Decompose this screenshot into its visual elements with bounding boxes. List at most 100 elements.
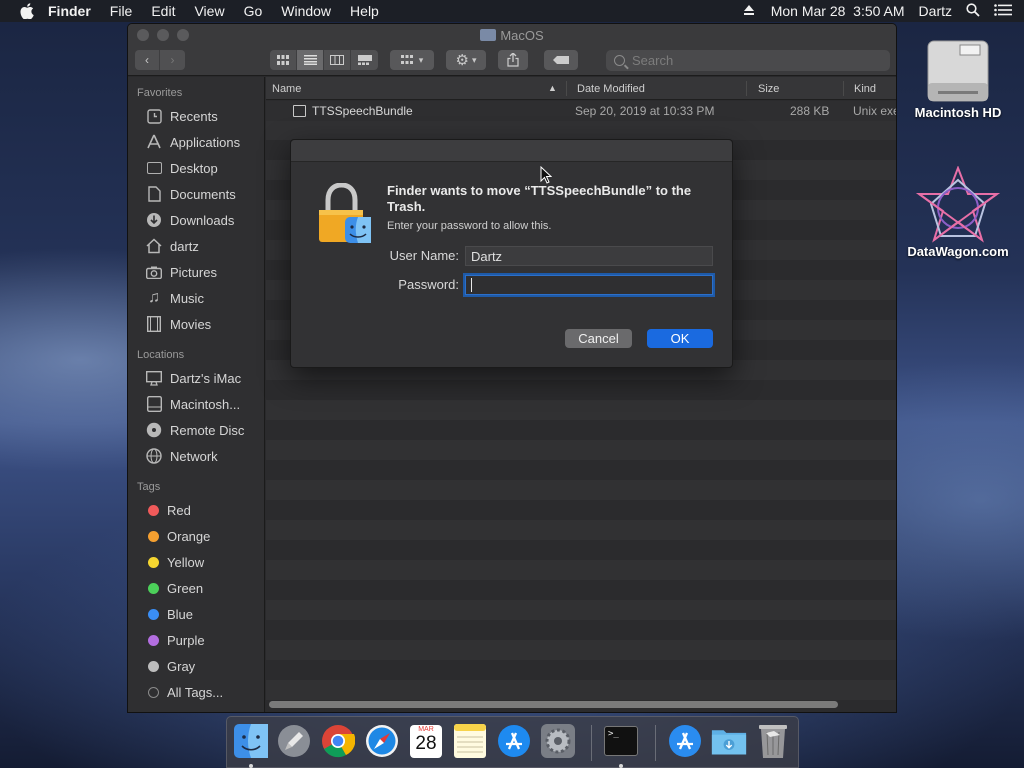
sidebar-item-tag-gray[interactable]: Gray <box>128 653 264 679</box>
chevron-left-icon: ‹ <box>145 53 149 67</box>
search-field[interactable]: Search <box>606 50 890 71</box>
sidebar-item-tag-blue[interactable]: Blue <box>128 601 264 627</box>
sidebar-item-home[interactable]: dartz <box>128 233 264 259</box>
apple-menu-icon[interactable] <box>20 3 34 19</box>
notification-center-icon[interactable] <box>994 3 1012 19</box>
gallery-view-button[interactable] <box>351 50 378 70</box>
dock-chrome[interactable] <box>320 722 356 760</box>
action-button[interactable]: ⚙ ▾ <box>446 50 486 70</box>
horizontal-scrollbar[interactable] <box>269 701 838 708</box>
trash-icon <box>759 725 787 758</box>
sidebar-item-tag-green[interactable]: Green <box>128 575 264 601</box>
sidebar-item-downloads[interactable]: Downloads <box>128 207 264 233</box>
file-size: 288 KB <box>790 104 830 118</box>
back-button[interactable]: ‹ <box>135 50 160 70</box>
group-by-button[interactable]: ▾ <box>390 50 434 70</box>
share-button[interactable] <box>498 50 528 70</box>
sidebar-item-movies[interactable]: Movies <box>128 311 264 337</box>
sidebar-item-label: Pictures <box>170 264 217 280</box>
dock-launchpad[interactable] <box>276 722 312 760</box>
menu-app-finder[interactable]: Finder <box>48 3 91 19</box>
sidebar-item-label: Blue <box>167 606 194 622</box>
clock[interactable]: Mon Mar 28 3:50 AM <box>771 3 905 19</box>
menu-edit[interactable]: Edit <box>151 3 175 19</box>
dock-notes[interactable] <box>452 722 488 760</box>
sort-chevron-up-icon: ▲ <box>548 83 557 93</box>
sidebar-item-tag-orange[interactable]: Orange <box>128 523 264 549</box>
sidebar-item-tag-purple[interactable]: Purple <box>128 627 264 653</box>
list-view-button[interactable] <box>297 50 324 70</box>
sidebar-item-label: Red <box>167 502 191 518</box>
sidebar-section-favorites: Favorites <box>137 87 183 99</box>
sidebar-item-applications[interactable]: Applications <box>128 129 264 155</box>
dock-terminal[interactable]: >_ <box>603 722 639 760</box>
forward-button[interactable]: › <box>160 50 185 70</box>
sidebar-item-music[interactable]: ♫ Music <box>128 285 264 311</box>
tag-icon <box>553 56 569 64</box>
eject-icon[interactable] <box>743 3 755 19</box>
desktop-icon-macintosh-hd[interactable]: Macintosh HD <box>903 33 1013 120</box>
column-header-size[interactable]: Size <box>758 83 779 95</box>
dock-safari[interactable] <box>364 722 400 760</box>
menu-go[interactable]: Go <box>244 3 263 19</box>
cancel-button[interactable]: Cancel <box>565 329 632 348</box>
sidebar-item-label: Applications <box>170 134 241 150</box>
column-header-kind[interactable]: Kind <box>854 83 876 95</box>
password-field[interactable] <box>465 275 713 295</box>
sidebar-item-network[interactable]: Network <box>128 443 264 469</box>
sidebar-item-recents[interactable]: Recents <box>128 103 264 129</box>
film-icon <box>146 316 162 332</box>
sidebar-item-label: Recents <box>170 108 218 124</box>
menu-file[interactable]: File <box>110 3 133 19</box>
sidebar-item-documents[interactable]: Documents <box>128 181 264 207</box>
dock-app-store[interactable] <box>496 722 532 760</box>
column-header-name[interactable]: Name <box>272 83 301 95</box>
edit-tags-button[interactable] <box>544 50 578 70</box>
desktop-icon-label: Macintosh HD <box>914 105 1002 120</box>
dialog-title: Finder wants to move “TTSSpeechBundle” t… <box>387 183 692 214</box>
column-view-button[interactable] <box>324 50 351 70</box>
running-indicator <box>619 764 623 768</box>
sidebar-item-imac[interactable]: Dartz's iMac <box>128 365 264 391</box>
sidebar-item-all-tags[interactable]: All Tags... <box>128 679 264 705</box>
search-icon <box>614 55 625 66</box>
menu-help[interactable]: Help <box>350 3 379 19</box>
desktop-icon-datawagon[interactable]: DataWagon.com <box>903 165 1013 259</box>
tag-color-dot <box>148 608 159 620</box>
dock-calendar[interactable]: MAR 28 <box>408 722 444 760</box>
sidebar-section-locations: Locations <box>137 349 185 361</box>
sidebar-item-remote-disc[interactable]: Remote Disc <box>128 417 264 443</box>
sidebar-item-tag-yellow[interactable]: Yellow <box>128 549 264 575</box>
sidebar-item-tag-red[interactable]: Red <box>128 497 264 523</box>
sidebar-item-pictures[interactable]: Pictures <box>128 259 264 285</box>
dock-system-preferences[interactable] <box>540 722 576 760</box>
dock-trash[interactable] <box>755 722 791 760</box>
sidebar-item-label: Music <box>170 290 204 306</box>
dock-downloads-folder[interactable] <box>711 722 747 760</box>
dock: MAR 28 >_ <box>226 716 799 768</box>
username-field[interactable] <box>465 246 713 266</box>
sidebar-item-label: Dartz's iMac <box>170 370 242 386</box>
sidebar-item-macintosh-hd[interactable]: Macintosh... <box>128 391 264 417</box>
icon-view-button[interactable] <box>270 50 297 70</box>
menu-view[interactable]: View <box>194 3 224 19</box>
document-icon <box>146 186 162 202</box>
chevron-down-icon: ▾ <box>471 54 477 65</box>
dock-finder[interactable] <box>233 722 269 760</box>
table-row[interactable]: TTSSpeechBundle Sep 20, 2019 at 10:33 PM… <box>266 101 896 121</box>
globe-icon <box>146 448 162 464</box>
spotlight-search-icon[interactable] <box>966 2 980 20</box>
finder-face-icon <box>234 724 268 758</box>
dialog-subtitle: Enter your password to allow this. <box>387 220 552 232</box>
dock-applications-folder[interactable] <box>667 722 703 760</box>
sidebar-item-desktop[interactable]: Desktop <box>128 155 264 181</box>
ok-button[interactable]: OK <box>647 329 713 348</box>
file-kind: Unix exe <box>853 104 897 118</box>
column-header-date[interactable]: Date Modified <box>577 83 645 95</box>
sidebar-item-label: Downloads <box>170 212 235 228</box>
user-menu[interactable]: Dartz <box>919 3 952 19</box>
hard-drive-icon <box>922 33 994 113</box>
menu-window[interactable]: Window <box>281 3 331 19</box>
notes-icon <box>454 724 486 758</box>
gallery-icon <box>357 55 372 65</box>
